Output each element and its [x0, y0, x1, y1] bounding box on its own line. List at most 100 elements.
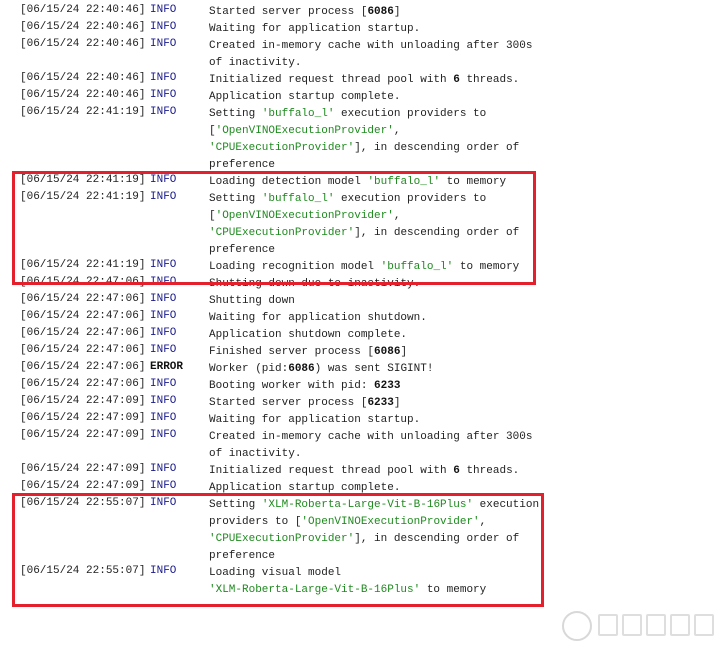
- message-text: Initialized request thread pool with: [209, 74, 454, 86]
- log-timestamp: [06/15/24 22:40:46]: [20, 21, 146, 33]
- log-message: Created in-memory cache with unloading a…: [209, 429, 727, 463]
- log-message-line: Application shutdown complete.: [209, 327, 727, 344]
- log-level: INFO: [150, 497, 177, 509]
- log-message-line: Initialized request thread pool with 6 t…: [209, 72, 727, 89]
- log-entry: [06/15/24 22:40:46] INFO Waiting for appli…: [0, 21, 727, 38]
- message-text: ,: [479, 516, 487, 528]
- log-entry: [06/15/24 22:40:46] INFO Application start…: [0, 89, 727, 106]
- log-entry: [06/15/24 22:41:19] INFO Loading recogniti…: [0, 259, 727, 276]
- log-message-line: Started server process [6233]: [209, 395, 727, 412]
- message-text: Finished server process [: [209, 346, 375, 358]
- log-entry: [06/15/24 22:40:46] INFO Started server pr…: [0, 4, 727, 21]
- message-text: ]: [400, 346, 408, 358]
- message-text: to memory: [453, 261, 520, 273]
- message-text: Application shutdown complete.: [209, 329, 408, 341]
- message-text: execution providers to: [334, 108, 487, 120]
- log-level: INFO: [150, 378, 177, 390]
- log-message: Application startup complete.: [209, 480, 727, 497]
- message-text: Started server process [: [209, 6, 368, 18]
- log-timestamp: [06/15/24 22:55:07]: [20, 565, 146, 577]
- log-timestamp: [06/15/24 22:41:19]: [20, 106, 146, 118]
- log-message: Setting 'buffalo_l' execution providers …: [209, 191, 727, 259]
- log-message: Setting 'buffalo_l' execution providers …: [209, 106, 727, 174]
- message-text: Application startup complete.: [209, 482, 401, 494]
- log-message: Loading visual model 'XLM-Roberta-Large-V…: [209, 565, 727, 599]
- log-message: Booting worker with pid: 6233: [209, 378, 727, 395]
- log-message-line: Worker (pid:6086) was sent SIGINT!: [209, 361, 727, 378]
- log-message-line: Waiting for application startup.: [209, 412, 727, 429]
- log-message-line: Shutting down: [209, 293, 727, 310]
- message-text: Setting: [209, 193, 262, 205]
- message-text: Created in-memory cache with unloading a…: [209, 431, 533, 443]
- log-level: INFO: [150, 276, 177, 288]
- log-message-line: Application startup complete.: [209, 480, 727, 497]
- message-text: Shutting down due to inactivity.: [209, 278, 421, 290]
- log-timestamp: [06/15/24 22:40:46]: [20, 38, 146, 50]
- log-message: Created in-memory cache with unloading a…: [209, 38, 727, 72]
- string-literal: 'buffalo_l': [261, 108, 335, 120]
- log-level: INFO: [150, 89, 177, 101]
- string-literal: 'CPUExecutionProvider': [209, 142, 355, 154]
- log-message-line: Booting worker with pid: 6233: [209, 378, 727, 395]
- log-message-line: Setting 'XLM-Roberta-Large-Vit-B-16Plus'…: [209, 497, 727, 514]
- message-text: providers to [: [209, 516, 302, 528]
- log-entry: [06/15/24 22:47:09] INFO Started server pr…: [0, 395, 727, 412]
- log-level: INFO: [150, 344, 177, 356]
- number-literal: 6086: [367, 6, 394, 18]
- string-literal: 'XLM-Roberta-Large-Vit-B-16Plus': [261, 499, 474, 511]
- log-message-line: ['OpenVINOExecutionProvider',: [209, 208, 727, 225]
- log-output: [06/15/24 22:40:46] INFO Started server pr…: [0, 4, 727, 599]
- log-message-line: preference: [209, 548, 727, 565]
- log-message-line: Setting 'buffalo_l' execution providers …: [209, 191, 727, 208]
- log-level: INFO: [150, 4, 177, 16]
- string-literal: 'buffalo_l': [367, 176, 441, 188]
- log-timestamp: [06/15/24 22:40:46]: [20, 72, 146, 84]
- log-message: Initialized request thread pool with 6 t…: [209, 463, 727, 480]
- log-message: Finished server process [6086]: [209, 344, 727, 361]
- log-entry: [06/15/24 22:47:06] ERROR Worker (pid:6086…: [0, 361, 727, 378]
- log-message: Loading recognition model 'buffalo_l' to…: [209, 259, 727, 276]
- log-entry: [06/15/24 22:40:46] INFO Initialized reque…: [0, 72, 727, 89]
- log-level: INFO: [150, 38, 177, 50]
- message-text: of inactivity.: [209, 448, 302, 460]
- message-text: preference: [209, 550, 276, 562]
- message-text: ], in descending order of: [354, 142, 520, 154]
- log-entry: [06/15/24 22:47:09] INFO Initialized reque…: [0, 463, 727, 480]
- string-literal: 'buffalo_l': [380, 261, 454, 273]
- log-message-line: Loading detection model 'buffalo_l' to m…: [209, 174, 727, 191]
- message-text: Setting: [209, 499, 262, 511]
- log-entry: [06/15/24 22:41:19] INFO Setting 'buffalo_…: [0, 106, 727, 174]
- message-text: [: [209, 125, 216, 137]
- log-timestamp: [06/15/24 22:40:46]: [20, 4, 146, 16]
- log-level: INFO: [150, 327, 177, 339]
- log-entry: [06/15/24 22:47:06] INFO Application shutd…: [0, 327, 727, 344]
- log-timestamp: [06/15/24 22:41:19]: [20, 191, 146, 203]
- log-message: Waiting for application shutdown.: [209, 310, 727, 327]
- message-text: ], in descending order of: [354, 227, 520, 239]
- log-message: Shutting down due to inactivity.: [209, 276, 727, 293]
- log-timestamp: [06/15/24 22:47:06]: [20, 344, 146, 356]
- log-message-line: Loading recognition model 'buffalo_l' to…: [209, 259, 727, 276]
- log-level: INFO: [150, 106, 177, 118]
- log-message-line: 'XLM-Roberta-Large-Vit-B-16Plus' to memo…: [209, 582, 727, 599]
- message-text: Shutting down: [209, 295, 295, 307]
- log-timestamp: [06/15/24 22:47:09]: [20, 429, 146, 441]
- log-message-line: Created in-memory cache with unloading a…: [209, 429, 727, 446]
- log-timestamp: [06/15/24 22:47:06]: [20, 276, 146, 288]
- log-message-line: Shutting down due to inactivity.: [209, 276, 727, 293]
- log-entry: [06/15/24 22:47:06] INFO Waiting for appli…: [0, 310, 727, 327]
- number-literal: 6: [453, 465, 460, 477]
- log-message: Loading detection model 'buffalo_l' to m…: [209, 174, 727, 191]
- string-literal: 'OpenVINOExecutionProvider': [301, 516, 480, 528]
- log-message: Waiting for application startup.: [209, 412, 727, 429]
- log-message: Started server process [6086]: [209, 4, 727, 21]
- message-text: Loading visual model: [209, 567, 342, 579]
- log-entry: [06/15/24 22:40:46] INFO Created in-memory…: [0, 38, 727, 72]
- message-text: execution providers to: [334, 193, 487, 205]
- message-text: threads.: [459, 465, 520, 477]
- log-entry: [06/15/24 22:41:19] INFO Loading detection…: [0, 174, 727, 191]
- message-text: Loading recognition model: [209, 261, 381, 273]
- log-level: INFO: [150, 429, 177, 441]
- log-message-line: Initialized request thread pool with 6 t…: [209, 463, 727, 480]
- log-timestamp: [06/15/24 22:55:07]: [20, 497, 146, 509]
